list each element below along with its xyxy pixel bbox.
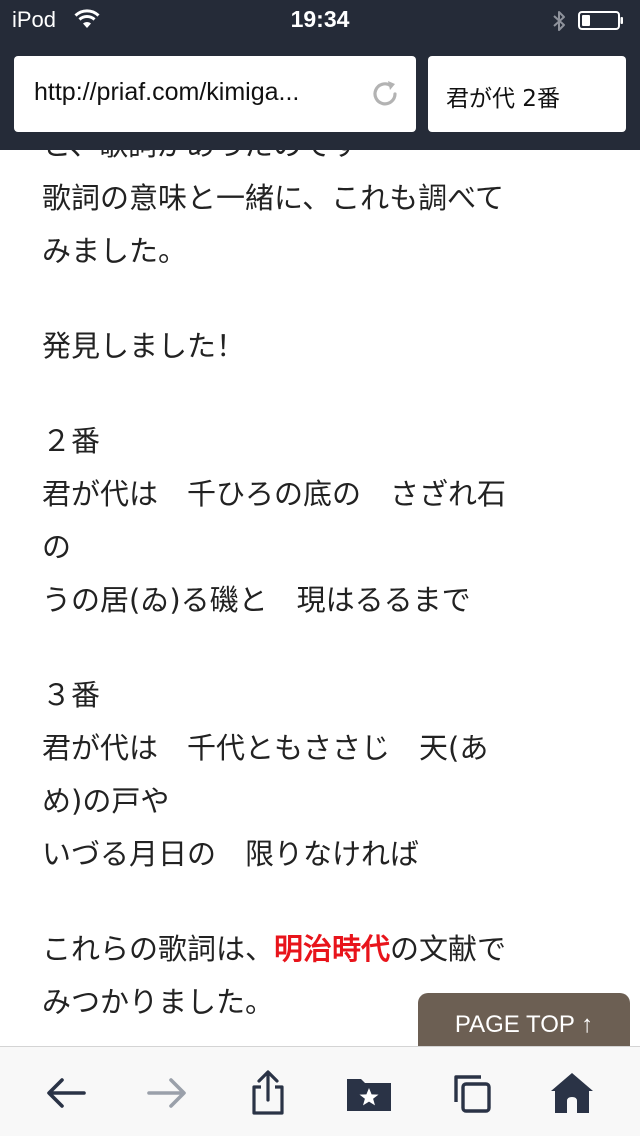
article-body: と、歌詞があったのです 歌詞の意味と一緒に、これも調べて みました。 発見しまし… — [42, 150, 602, 1046]
text-fragment: の文献で — [390, 932, 507, 966]
url-text: http://priaf.com/kimiga... — [34, 78, 300, 106]
reload-icon[interactable] — [368, 77, 402, 111]
search-query: 君が代 2番 — [446, 86, 560, 112]
highlighted-meiji-era: 明治時代 — [274, 932, 391, 966]
status-time: 19:34 — [290, 6, 350, 32]
share-icon[interactable] — [244, 1069, 292, 1117]
bluetooth-icon — [553, 11, 565, 31]
verse-3: ３番 君が代は 千代ともささじ 天(あ め)の戸や いづる月日の 限りなければ — [42, 669, 602, 881]
forward-arrow-icon[interactable] — [143, 1069, 191, 1117]
address-bar[interactable]: http://priaf.com/kimiga... — [14, 56, 416, 132]
verse-line: いづる月日の 限りなければ — [42, 837, 420, 871]
battery-icon — [578, 11, 623, 30]
tabs-icon[interactable] — [448, 1069, 496, 1117]
browser-top-bar: iPod 19:34 http://priaf.com/kimiga... 君が… — [0, 0, 640, 150]
home-icon[interactable] — [548, 1069, 596, 1117]
partially-hidden-line: と、歌詞があったのです — [42, 150, 602, 172]
verse-line: 君が代は 千代ともささじ 天(あ — [42, 731, 489, 765]
verse-line: 君が代は 千ひろの底の さざれ石 — [42, 477, 507, 511]
text-line: これらの歌詞は、明治時代の文献で — [42, 923, 602, 976]
verse-2: ２番 君が代は 千ひろの底の さざれ石 の うの居(ゐ)る磯と 現はるるまで — [42, 415, 602, 627]
verse-number: ３番 — [42, 678, 101, 712]
verse-number: ２番 — [42, 424, 101, 458]
verse-line: の — [42, 530, 72, 564]
text-line: 発見しました！ — [42, 329, 246, 363]
text-line: 歌詞の意味と一緒に、これも調べて — [42, 181, 504, 215]
text-fragment: これらの歌詞は、 — [42, 932, 275, 966]
bookmarks-folder-icon[interactable] — [345, 1069, 393, 1117]
paragraph-intro: と、歌詞があったのです 歌詞の意味と一緒に、これも調べて みました。 — [42, 150, 602, 278]
status-bar: iPod 19:34 — [0, 0, 640, 42]
browser-screen: iPod 19:34 http://priaf.com/kimiga... 君が… — [0, 0, 640, 1136]
verse-line: うの居(ゐ)る磯と 現はるるまで — [42, 583, 471, 617]
search-bar[interactable]: 君が代 2番 — [428, 56, 626, 132]
page-top-button[interactable]: PAGE TOP ↑ — [418, 993, 630, 1053]
verse-line: め)の戸や — [42, 784, 170, 818]
paragraph-found: 発見しました！ — [42, 320, 602, 373]
text-line: みました。 — [42, 234, 188, 268]
web-page-content: と、歌詞があったのです 歌詞の意味と一緒に、これも調べて みました。 発見しまし… — [0, 150, 640, 1046]
browser-toolbar — [0, 1046, 640, 1136]
back-arrow-icon[interactable] — [42, 1069, 90, 1117]
